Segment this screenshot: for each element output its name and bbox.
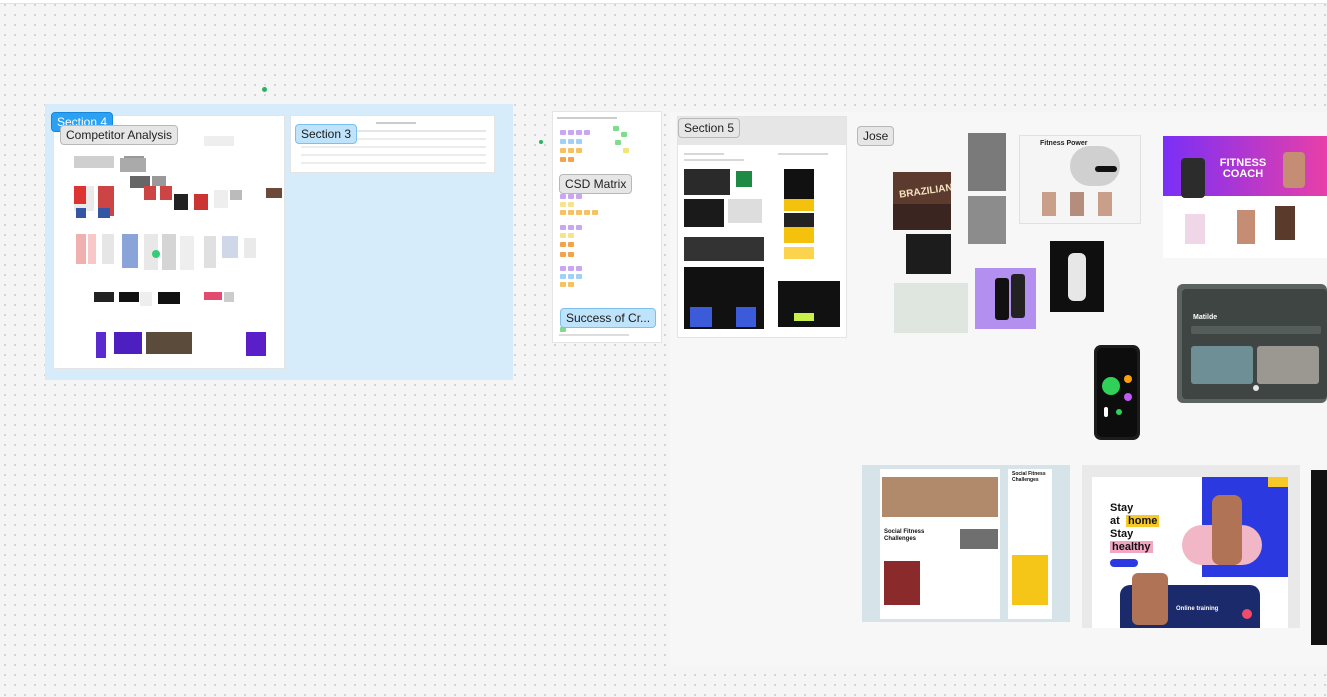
dark-tablet-mockup[interactable]: Matilde (1177, 284, 1327, 403)
csd-matrix-tag[interactable]: CSD Matrix (559, 174, 633, 194)
social-fitness-board[interactable]: Social Fitness Challenges Social Fitness… (862, 465, 1070, 622)
jose-tag[interactable]: Jose (857, 126, 895, 146)
fighter-photo[interactable] (968, 133, 1006, 191)
fitness-coach-mockup[interactable]: FITNESS COACH (1163, 136, 1327, 258)
competitor-analysis-tag[interactable]: Competitor Analysis (60, 125, 179, 145)
offscreen-mockup-edge[interactable] (1311, 470, 1327, 645)
canvas-dot (539, 140, 543, 144)
section-3-tag[interactable]: Section 3 (295, 124, 358, 144)
brazilian-jiu-jitsu-image[interactable]: BRAZILIAN (893, 172, 951, 230)
canvas-dot (262, 87, 267, 92)
gi-photo[interactable] (1050, 241, 1104, 312)
section-5-tag[interactable]: Section 5 (678, 118, 741, 138)
stay-home-healthy-mockup[interactable]: Stay at home Stay healthy Online trainin… (1082, 465, 1300, 628)
app-mockup-image[interactable] (894, 283, 968, 333)
canvas-top-border (0, 0, 1327, 4)
fighter-photo[interactable] (906, 234, 951, 274)
success-criteria-tag[interactable]: Success of Cr... (560, 308, 657, 328)
smartwatch-phone-mockup[interactable] (1094, 345, 1140, 440)
app-mockup-image[interactable] (975, 268, 1036, 329)
section-5-board[interactable] (678, 117, 846, 337)
competitor-analysis-board[interactable] (54, 116, 284, 368)
fighter-photo[interactable] (968, 196, 1006, 244)
fitness-power-mockup[interactable]: Fitness Power (1020, 136, 1140, 223)
get-started-button[interactable] (1110, 559, 1138, 567)
